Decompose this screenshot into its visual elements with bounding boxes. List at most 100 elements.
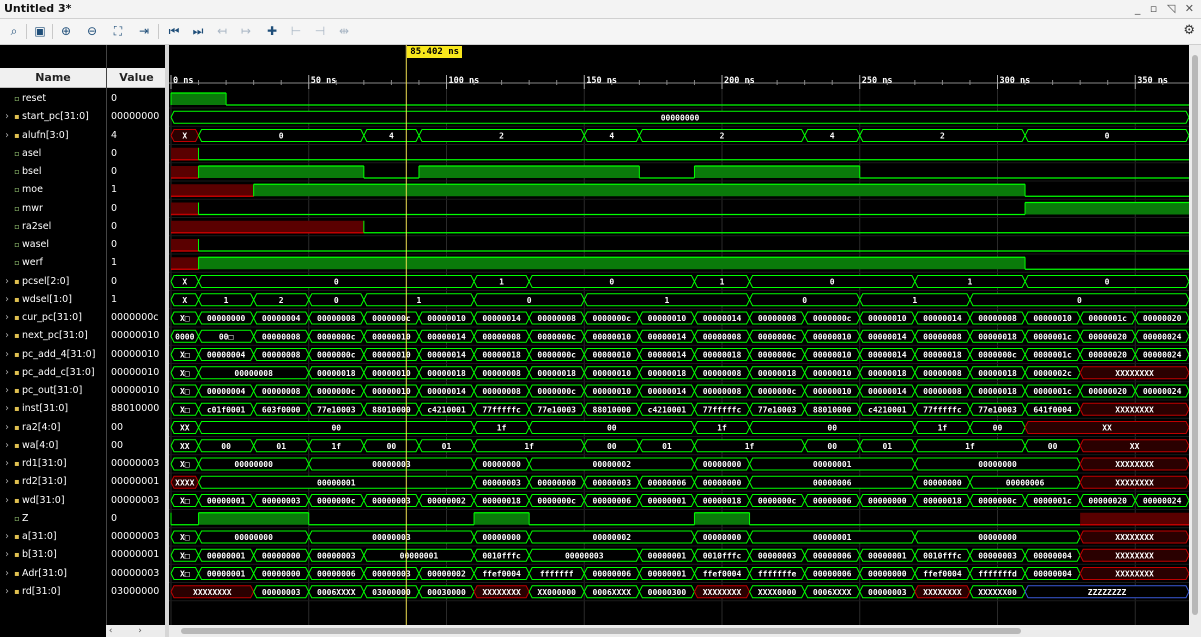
go-to-end-icon[interactable]: ⏭ [190,23,206,39]
signal-name-row[interactable]: › ▪ wd[31:0] [0,492,106,510]
expand-arrow-icon[interactable]: › [2,364,12,382]
bus-value-label: 00000024 [1143,351,1182,360]
bus-value-label: 0000001c [1033,497,1072,506]
value-column-header[interactable]: Value [107,68,166,88]
expand-arrow-icon[interactable]: › [2,565,12,583]
bus-value-label: 0000001c [1033,351,1072,360]
bus-value-label: 77e10003 [978,405,1017,414]
signal-name-row[interactable]: › ▪ rd[31:0] [0,583,106,601]
signal-name-row[interactable]: ▫ reset [0,90,106,108]
signal-name-row[interactable]: › ▪ b[31:0] [0,546,106,564]
zoom-out-icon[interactable]: ⊖ [84,23,100,39]
swap-cursors-icon[interactable]: ⇹ [336,23,352,39]
signal-name-row[interactable]: ▫ werf [0,254,106,272]
window-controls[interactable]: _ ▫ ◹ ✕ [1135,2,1197,15]
gear-icon[interactable]: ⚙ [1183,23,1195,38]
vertical-scroll-thumb[interactable] [1192,55,1198,615]
waveform-canvas[interactable]: 00000000X 0 4 2 4 2 4 2 0X 0 1 0 1 0 1 0X 1 2 0 1 0 1 0 1 0X□ 000… [169,45,1189,625]
signal-name-row[interactable]: › ▪ Adr[31:0] [0,565,106,583]
signal-name-row[interactable]: ▫ wasel [0,236,106,254]
signal-name-row[interactable]: › ▪ ra2[4:0] [0,419,106,437]
expand-arrow-icon[interactable]: › [2,346,12,364]
bus-value-label: 00000000 [868,570,907,579]
bus-value-label: 00000000 [262,551,301,560]
signal-name-row[interactable]: › ▪ pc_add_4[31:0] [0,346,106,364]
expand-arrow-icon[interactable]: › [2,273,12,291]
signal-name-row[interactable]: › ▪ pc_out[31:0] [0,382,106,400]
signal-name-row[interactable]: ▫ ra2sel [0,218,106,236]
expand-arrow-icon[interactable]: › [2,492,12,510]
expand-arrow-icon[interactable]: › [2,127,12,145]
add-marker-icon[interactable]: ✚ [264,23,280,39]
cursor-to-zero-icon[interactable]: ⇥ [136,23,152,39]
expand-arrow-icon[interactable]: › [2,108,12,126]
bus-value-label: 0010fffc [703,551,742,560]
bus-value-label: 0000000c [537,387,576,396]
bus-value-label: 00000002 [427,497,466,506]
expand-arrow-icon[interactable]: › [2,473,12,491]
expand-arrow-icon[interactable]: › [2,382,12,400]
name-column-header[interactable]: Name [0,68,106,88]
signal-name-row[interactable]: › ▪ inst[31:0] [0,400,106,418]
signal-name-row[interactable]: ▫ Z [0,510,106,528]
expand-arrow-icon[interactable]: › [2,546,12,564]
next-marker-icon[interactable]: ⊣ [312,23,328,39]
signal-name-row[interactable]: › ▪ pcsel[2:0] [0,273,106,291]
expand-arrow-icon[interactable]: › [2,400,12,418]
next-transition-icon[interactable]: ↦ [238,23,254,39]
bus-value-label: 00000018 [317,369,356,378]
signal-name-row[interactable]: ▫ moe [0,181,106,199]
bus-value-label: 00000001 [813,460,852,469]
signal-name-row[interactable]: › ▪ alufn[3:0] [0,127,106,145]
horizontal-scrollbar[interactable] [169,625,1201,637]
signal-name-row[interactable]: › ▪ rd1[31:0] [0,455,106,473]
bus-value-label: 00000018 [703,497,742,506]
signal-value: 1 [111,257,118,269]
expand-arrow-icon[interactable]: › [2,528,12,546]
bus-value-label: 00 [331,424,341,433]
bus-value-label: XXXX [175,478,194,487]
signal-value: 0 [111,166,118,177]
bit-unknown-segment [171,220,364,233]
bus-value-label: 00000018 [923,497,962,506]
expand-arrow-icon[interactable]: › [2,437,12,455]
signal-name-row[interactable]: › ▪ next_pc[31:0] [0,327,106,345]
bit-signal-icon: ▫ [14,258,20,268]
signal-name: next_pc[31:0] [22,330,88,342]
save-icon[interactable]: ▣ [32,23,48,39]
signal-name-row[interactable]: › ▪ wdsel[1:0] [0,291,106,309]
expand-arrow-icon[interactable]: › [2,309,12,327]
waveform-panel[interactable]: 00000000 X 0 4 2 4 2 4 2 0 X 0 1 0 1 0 1 0 X 1 2 0 1 0 1 0 1 0 X□ 000… [169,45,1189,625]
expand-arrow-icon[interactable]: › [2,291,12,309]
bus-value-label: 77e10003 [758,405,797,414]
prev-transition-icon[interactable]: ↤ [214,23,230,39]
expand-arrow-icon[interactable]: › [2,327,12,345]
zoom-in-icon[interactable]: ⊕ [58,23,74,39]
vertical-scrollbar[interactable] [1189,45,1201,625]
expand-arrow-icon[interactable]: › [2,419,12,437]
signal-name-row[interactable]: ▫ mwr [0,200,106,218]
go-to-start-icon[interactable]: ⏮ [166,23,182,39]
signal-name-row[interactable]: › ▪ cur_pc[31:0] [0,309,106,327]
signal-name-row[interactable]: › ▪ a[31:0] [0,528,106,546]
bus-value-label: 00000000 [703,460,742,469]
signal-name-row[interactable]: ▫ asel [0,145,106,163]
prev-marker-icon[interactable]: ⊢ [288,23,304,39]
signal-name-row[interactable]: › ▪ wa[4:0] [0,437,106,455]
bus-value-label: 00000001 [400,551,439,560]
cursor-time-label[interactable]: 85.402 ns [407,46,463,58]
signal-name-row[interactable]: › ▪ pc_add_c[31:0] [0,364,106,382]
expand-arrow-icon[interactable]: › [2,583,12,601]
zoom-fit-icon[interactable]: ⛶ [110,23,126,39]
signal-value: 88010000 [111,403,160,415]
search-icon[interactable]: ⌕ [6,23,22,39]
signal-name: Z [22,512,29,524]
bus-value-label: 00000001 [648,551,687,560]
signal-name-row[interactable]: › ▪ start_pc[31:0] [0,108,106,126]
bus-value-label: 00000001 [207,497,246,506]
expand-arrow-icon[interactable]: › [2,455,12,473]
horizontal-scroll-thumb[interactable] [181,628,1021,634]
signal-name-row[interactable]: ▫ bsel [0,163,106,181]
value-column-scrollbar[interactable]: ‹ › [106,625,165,637]
signal-name-row[interactable]: › ▪ rd2[31:0] [0,473,106,491]
